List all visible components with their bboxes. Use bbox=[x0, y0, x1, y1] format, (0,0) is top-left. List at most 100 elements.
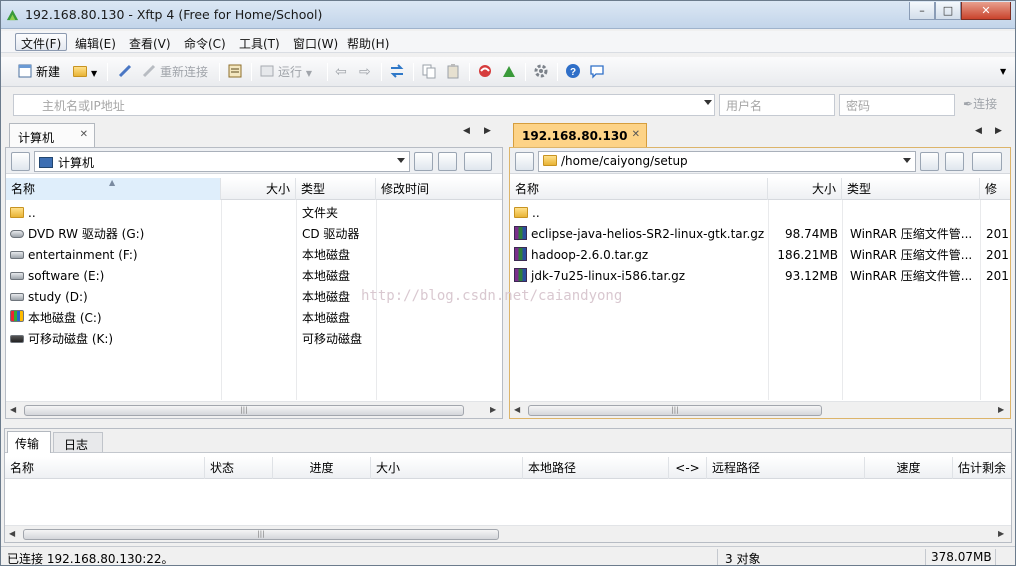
transfer-col-progress[interactable]: 进度 bbox=[273, 457, 371, 479]
tab-scroll-right-icon[interactable]: ▶ bbox=[484, 126, 491, 136]
remote-file-row[interactable]: jdk-7u25-linux-i586.tar.gz 93.12MB WinRAR … bbox=[510, 266, 1010, 287]
run-button[interactable]: 运行 ▼ bbox=[259, 62, 312, 82]
scroll-right-icon[interactable]: ▶ bbox=[998, 529, 1004, 538]
local-tree-toggle-icon[interactable] bbox=[11, 152, 30, 171]
transfer-col-speed[interactable]: 速度 bbox=[865, 457, 953, 479]
remote-file-row[interactable]: .. bbox=[510, 203, 1010, 224]
toolbar-overflow-chevron-icon[interactable]: ▼ bbox=[1000, 62, 1006, 82]
local-file-row[interactable]: entertainment (F:) 本地磁盘 bbox=[6, 245, 502, 266]
local-file-row[interactable]: 本地磁盘 (C:) 本地磁盘 bbox=[6, 308, 502, 329]
remote-file-row[interactable]: hadoop-2.6.0.tar.gz 186.21MB WinRAR 压缩文件管.… bbox=[510, 245, 1010, 266]
scroll-left-icon[interactable]: ◀ bbox=[10, 405, 16, 414]
remote-file-row[interactable]: eclipse-java-helios-SR2-linux-gtk.tar.gz… bbox=[510, 224, 1010, 245]
copy-button[interactable] bbox=[421, 62, 440, 82]
close-button[interactable]: ✕ bbox=[961, 2, 1011, 20]
local-col-size[interactable]: 大小 bbox=[221, 178, 296, 200]
remote-horizontal-scrollbar[interactable]: ◀ ||| ▶ bbox=[510, 401, 1010, 418]
local-path-bar: 计算机 bbox=[6, 148, 502, 174]
remote-refresh-button[interactable] bbox=[945, 152, 964, 171]
open-folder-button[interactable]: ▼ bbox=[73, 62, 97, 82]
transfer-scroll-thumb[interactable]: ||| bbox=[23, 529, 499, 540]
menu-edit[interactable]: 编辑(E) bbox=[69, 33, 122, 51]
remote-scroll-thumb[interactable]: ||| bbox=[528, 405, 822, 416]
help-button[interactable]: ? bbox=[565, 62, 584, 82]
tab-local-computer[interactable]: 计算机 ✕ bbox=[9, 123, 95, 147]
host-input[interactable]: 主机名或IP地址 bbox=[13, 94, 715, 116]
menu-help[interactable]: 帮助(H) bbox=[341, 33, 395, 51]
local-col-type[interactable]: 类型 bbox=[296, 178, 376, 200]
remote-path-combo[interactable]: /home/caiyong/setup bbox=[538, 151, 916, 172]
local-file-row[interactable]: DVD RW 驱动器 (G:) CD 驱动器 bbox=[6, 224, 502, 245]
transfer-horizontal-scrollbar[interactable]: ◀ ||| ▶ bbox=[5, 525, 1011, 542]
host-dropdown-button[interactable] bbox=[698, 94, 716, 116]
transfer-col-local-path[interactable]: 本地路径 bbox=[523, 457, 669, 479]
file-size bbox=[221, 266, 291, 287]
local-col-modified[interactable]: 修改时间 bbox=[376, 178, 502, 200]
remote-col-size[interactable]: 大小 bbox=[768, 178, 842, 200]
local-file-row[interactable]: .. 文件夹 bbox=[6, 203, 502, 224]
paste-button[interactable] bbox=[445, 62, 464, 82]
username-input[interactable]: 用户名 bbox=[719, 94, 835, 116]
chat-button[interactable] bbox=[589, 62, 608, 82]
local-scroll-thumb[interactable]: ||| bbox=[24, 405, 464, 416]
local-file-row[interactable]: study (D:) 本地磁盘 bbox=[6, 287, 502, 308]
scroll-right-icon[interactable]: ▶ bbox=[998, 405, 1004, 414]
sync-button[interactable] bbox=[389, 62, 408, 82]
tab-transfer[interactable]: 传输 bbox=[7, 431, 51, 453]
tab-scroll-left-icon[interactable]: ◀ bbox=[463, 126, 470, 136]
menu-tools[interactable]: 工具(T) bbox=[233, 33, 286, 51]
local-horizontal-scrollbar[interactable]: ◀ ||| ▶ bbox=[6, 401, 502, 418]
remote-view-menu-button[interactable] bbox=[972, 152, 1002, 171]
menu-file[interactable]: 文件(F) bbox=[15, 33, 68, 51]
tab-log[interactable]: 日志 bbox=[53, 432, 103, 452]
remote-col-modified[interactable]: 修改 bbox=[980, 178, 1010, 200]
transfer-col-status[interactable]: 状态 bbox=[205, 457, 273, 479]
local-file-row[interactable]: software (E:) 本地磁盘 bbox=[6, 266, 502, 287]
copy-icon bbox=[422, 64, 436, 79]
remote-tree-toggle-icon[interactable] bbox=[515, 152, 534, 171]
transfer-col-remote-path[interactable]: 远程路径 bbox=[707, 457, 865, 479]
password-input[interactable]: 密码 bbox=[839, 94, 955, 116]
scroll-left-icon[interactable]: ◀ bbox=[9, 529, 15, 538]
transfer-col-size[interactable]: 大小 bbox=[371, 457, 523, 479]
new-session-button[interactable]: 新建 bbox=[17, 62, 60, 82]
maximize-button[interactable]: □ bbox=[935, 2, 961, 20]
menu-window[interactable]: 窗口(W) bbox=[287, 33, 344, 51]
remote-parent-folder-button[interactable] bbox=[920, 152, 939, 171]
remote-col-type[interactable]: 类型 bbox=[842, 178, 980, 200]
properties-button[interactable] bbox=[227, 62, 246, 82]
file-size: 186.21MB bbox=[777, 248, 838, 262]
remote-col-name[interactable]: 名称 bbox=[510, 178, 768, 200]
local-view-menu-button[interactable] bbox=[464, 152, 492, 171]
tab-remote-session[interactable]: 192.168.80.130 ✕ bbox=[513, 123, 647, 147]
connect-button[interactable]: ✒连接 bbox=[963, 94, 997, 114]
xftp-button[interactable] bbox=[501, 62, 520, 82]
file-name: software (E:) bbox=[28, 269, 105, 283]
minimize-button[interactable]: – bbox=[909, 2, 935, 20]
transfer-col-direction[interactable]: <-> bbox=[669, 457, 707, 479]
connect-link-icon-button[interactable] bbox=[117, 62, 136, 82]
close-tab-icon[interactable]: ✕ bbox=[80, 129, 88, 140]
local-path-combo[interactable]: 计算机 bbox=[34, 151, 410, 172]
xshell-button[interactable] bbox=[477, 62, 496, 82]
menu-command[interactable]: 命令(C) bbox=[178, 33, 232, 51]
transfer-col-name[interactable]: 名称 bbox=[5, 457, 205, 479]
title-bar[interactable]: 192.168.80.130 - Xftp 4 (Free for Home/S… bbox=[1, 1, 1015, 29]
forward-button[interactable]: ⇨ bbox=[359, 62, 371, 82]
menu-view[interactable]: 查看(V) bbox=[123, 33, 177, 51]
reconnect-button[interactable]: 重新连接 bbox=[141, 62, 208, 82]
local-parent-folder-button[interactable] bbox=[414, 152, 433, 171]
settings-button[interactable] bbox=[533, 62, 552, 82]
scroll-right-icon[interactable]: ▶ bbox=[490, 405, 496, 414]
file-name: 可移动磁盘 (K:) bbox=[28, 332, 114, 346]
scroll-left-icon[interactable]: ◀ bbox=[514, 405, 520, 414]
local-refresh-button[interactable] bbox=[438, 152, 457, 171]
tab-scroll-right-icon[interactable]: ▶ bbox=[995, 126, 1002, 136]
local-file-row[interactable]: 可移动磁盘 (K:) 可移动磁盘 bbox=[6, 329, 502, 350]
transfer-col-remaining[interactable]: 估计剩余 bbox=[953, 457, 1011, 479]
close-tab-icon[interactable]: ✕ bbox=[632, 129, 640, 140]
tab-scroll-left-icon[interactable]: ◀ bbox=[975, 126, 982, 136]
back-button[interactable]: ⇦ bbox=[335, 62, 347, 82]
chevron-down-icon bbox=[903, 158, 911, 163]
svg-text:?: ? bbox=[570, 67, 576, 78]
